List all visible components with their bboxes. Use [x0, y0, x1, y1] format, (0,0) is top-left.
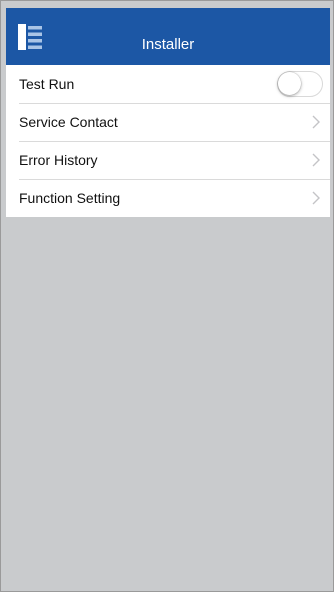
settings-item-label: Test Run — [19, 76, 75, 92]
settings-item-test-run: Test Run — [6, 65, 330, 103]
chevron-right-icon — [312, 153, 320, 167]
settings-item-function-setting[interactable]: Function Setting — [6, 179, 330, 217]
nav-bar: Installer — [6, 8, 330, 65]
phone-screen: Installer Test Run Service Contact Error… — [0, 0, 334, 592]
settings-item-label: Error History — [19, 152, 98, 168]
chevron-right-icon — [312, 115, 320, 129]
empty-content-area — [6, 220, 330, 587]
settings-list: Test Run Service Contact Error History F… — [6, 65, 330, 217]
chevron-right-icon — [312, 191, 320, 205]
test-run-toggle[interactable] — [277, 71, 323, 97]
page-title: Installer — [141, 36, 195, 53]
toggle-knob — [278, 72, 301, 95]
settings-item-error-history[interactable]: Error History — [6, 141, 330, 179]
settings-item-label: Service Contact — [19, 114, 118, 130]
settings-item-label: Function Setting — [19, 190, 121, 206]
settings-item-service-contact[interactable]: Service Contact — [6, 103, 330, 141]
